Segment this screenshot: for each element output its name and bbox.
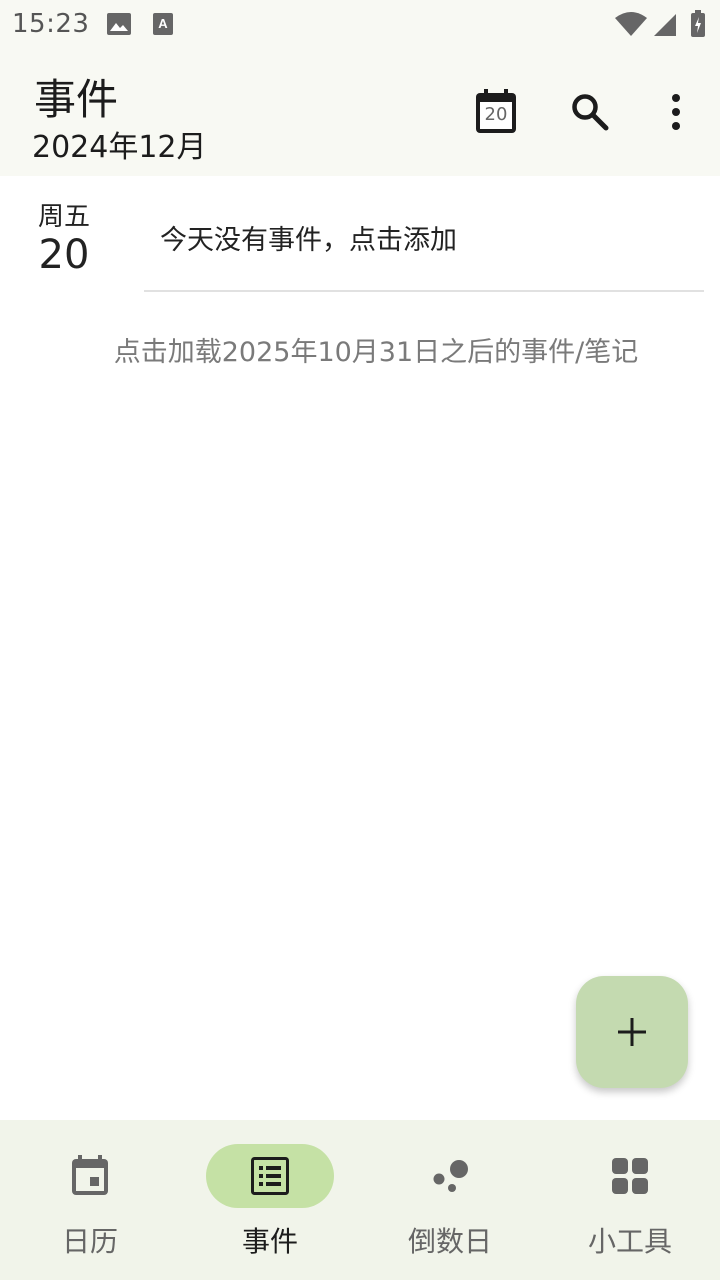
nav-item-widgets[interactable]: 小工具: [540, 1120, 720, 1280]
month-subtitle[interactable]: 2024年12月: [32, 122, 207, 166]
search-button[interactable]: [566, 88, 614, 136]
weekday-label: 周五: [37, 202, 90, 232]
nav-pill: [26, 1144, 154, 1208]
nav-item-calendar[interactable]: 日历: [0, 1120, 180, 1280]
image-notification-icon: [106, 12, 132, 40]
text-notification-icon: A: [152, 12, 174, 40]
nav-item-countdown[interactable]: 倒数日: [360, 1120, 540, 1280]
divider: [144, 290, 704, 292]
status-time: 15:23: [12, 9, 90, 39]
status-bar: 15:23 A: [0, 0, 720, 48]
nav-label: 倒数日: [407, 1225, 492, 1258]
empty-events-add-prompt[interactable]: 今天没有事件，点击添加: [160, 218, 457, 257]
bubbles-icon: [433, 1160, 468, 1192]
list-icon: [251, 1157, 289, 1195]
day-number: 20: [38, 232, 90, 278]
calendar-icon: [72, 1155, 108, 1195]
nav-label: 事件: [241, 1225, 298, 1258]
page-title: 事件: [34, 75, 119, 124]
app-bar: 事件 2024年12月 20: [0, 48, 720, 176]
svg-text:A: A: [158, 16, 168, 31]
wifi-icon: [614, 10, 648, 42]
nav-pill-active: [206, 1144, 334, 1208]
nav-label: 日历: [61, 1225, 118, 1258]
signal-icon: [652, 12, 678, 42]
today-button[interactable]: 20: [472, 88, 520, 136]
add-event-button[interactable]: [576, 976, 688, 1088]
nav-pill: [566, 1144, 694, 1208]
load-more-link[interactable]: 点击加载2025年10月31日之后的事件/笔记: [0, 330, 720, 369]
add-icon: [618, 1018, 646, 1046]
widgets-icon: [612, 1158, 648, 1194]
today-date-label: 20: [484, 104, 508, 125]
bottom-navigation: 日历 事件 倒数日 小工具: [0, 1120, 720, 1280]
nav-pill: [386, 1144, 514, 1208]
nav-label: 小工具: [587, 1225, 672, 1258]
more-options-button[interactable]: [652, 88, 700, 136]
search-icon: [572, 94, 609, 131]
more-vert-icon: [672, 94, 680, 130]
nav-item-events[interactable]: 事件: [180, 1120, 360, 1280]
battery-icon: [690, 10, 706, 42]
